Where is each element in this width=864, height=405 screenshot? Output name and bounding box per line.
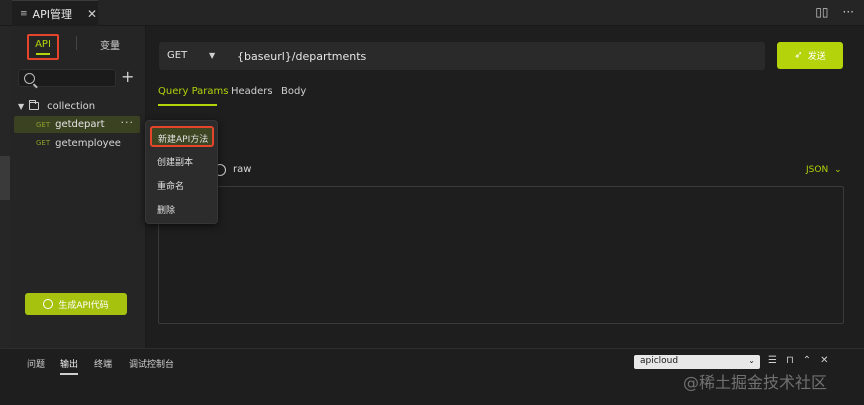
folder-icon <box>29 100 40 110</box>
format-select[interactable]: JSON ⌄ <box>806 165 842 175</box>
tab-body[interactable]: Body <box>281 86 306 97</box>
format-select-label: JSON <box>806 165 829 175</box>
list-icon[interactable]: ☰ <box>768 355 777 366</box>
search-box[interactable] <box>18 69 116 87</box>
tree-item-label: getemployee <box>55 137 121 149</box>
send-label: 发送 <box>807 52 826 62</box>
tab-problems[interactable]: 问题 <box>27 357 45 370</box>
menu-item-new-api-method[interactable]: 新建API方法 <box>150 126 214 147</box>
bottom-panel: 问题 输出 终端 调试控制台 apicloud ⌄ ☰ ⊓ ⌃ ✕ @稀土掘金技… <box>0 348 864 405</box>
active-tab-underline <box>158 104 217 106</box>
menu-item-duplicate[interactable]: 创建副本 <box>157 155 193 168</box>
chevron-down-icon: ⌄ <box>834 165 842 175</box>
tab-title: API管理 <box>32 7 72 21</box>
chevron-up-icon[interactable]: ⌃ <box>803 355 811 366</box>
panel-actions: ☰ ⊓ ⌃ ✕ <box>768 355 829 366</box>
close-panel-icon[interactable]: ✕ <box>820 355 828 366</box>
tree-item-getemployee[interactable]: GET getemployee <box>10 135 146 151</box>
url-input[interactable]: {baseurl}/departments <box>237 50 366 63</box>
send-button[interactable]: ➶ 发送 <box>777 42 843 69</box>
tab-api-manager[interactable]: ≡ API管理 ✕ <box>12 0 98 26</box>
raw-label: raw <box>233 164 252 175</box>
folder-label: collection <box>47 100 96 112</box>
more-icon[interactable]: ··· <box>121 116 135 129</box>
activity-edge <box>0 26 10 348</box>
sidebar: API 变量 + ▼ collection GET getdepart ··· … <box>10 26 146 348</box>
generate-api-code-button[interactable]: 生成API代码 <box>25 293 127 315</box>
sidebar-tab-variables[interactable]: 变量 <box>100 37 120 52</box>
tab-output-label: 输出 <box>60 360 79 370</box>
search-input[interactable] <box>39 71 113 85</box>
window-actions: ▯▯ ··· <box>815 5 854 19</box>
code-icon <box>43 299 54 309</box>
rocket-icon: ➶ <box>794 50 803 61</box>
body-editor[interactable] <box>158 186 844 324</box>
tab-output[interactable]: 输出 <box>60 357 79 375</box>
tab-query-params-label: Query Params <box>158 86 229 97</box>
sidebar-tab-api-label: API <box>35 39 51 50</box>
caret-down-icon[interactable]: ▼ <box>18 102 24 111</box>
watermark: @稀土掘金技术社区 <box>683 373 828 392</box>
tab-divider <box>76 36 77 50</box>
tree-folder-collection[interactable]: ▼ collection <box>10 98 146 114</box>
method-badge: GET <box>36 120 51 129</box>
tab-query-params[interactable]: Query Params <box>158 86 229 106</box>
add-icon[interactable]: + <box>121 67 134 86</box>
method-badge: GET <box>36 139 51 147</box>
edge-marker <box>0 156 10 200</box>
tree-item-label: getdepart <box>55 119 105 130</box>
context-menu: 新建API方法 创建副本 重命名 删除 <box>145 120 218 224</box>
lock-icon[interactable]: ⊓ <box>786 355 794 366</box>
sidebar-tab-api[interactable]: API <box>27 34 59 60</box>
menu-item-delete[interactable]: 删除 <box>157 203 175 216</box>
request-panel: GET ▼ {baseurl}/departments ➶ 发送 Query P… <box>146 26 864 348</box>
active-tab-underline <box>60 373 78 375</box>
chevron-down-icon: ⌄ <box>748 356 755 365</box>
tab-debug-console[interactable]: 调试控制台 <box>129 357 174 370</box>
split-editor-icon[interactable]: ▯▯ <box>815 5 828 19</box>
tab-terminal[interactable]: 终端 <box>94 357 112 370</box>
caret-down-icon[interactable]: ▼ <box>209 51 215 60</box>
more-actions-icon[interactable]: ··· <box>843 5 854 19</box>
method-select[interactable]: GET <box>167 50 187 61</box>
editor-tab-bar: ≡ API管理 ✕ ▯▯ ··· <box>0 0 864 26</box>
tree-item-getdepart[interactable]: GET getdepart ··· <box>14 116 140 133</box>
output-channel-label: apicloud <box>640 356 679 366</box>
menu-item-rename[interactable]: 重命名 <box>157 179 184 192</box>
generate-api-code-label: 生成API代码 <box>58 300 109 311</box>
menu-lines-icon: ≡ <box>20 8 28 19</box>
tab-headers[interactable]: Headers <box>231 86 273 97</box>
close-icon[interactable]: ✕ <box>87 7 97 21</box>
active-tab-underline <box>36 53 50 55</box>
output-channel-select[interactable]: apicloud ⌄ <box>634 355 760 369</box>
url-bar: GET ▼ {baseurl}/departments <box>159 42 765 70</box>
search-icon <box>24 73 35 84</box>
